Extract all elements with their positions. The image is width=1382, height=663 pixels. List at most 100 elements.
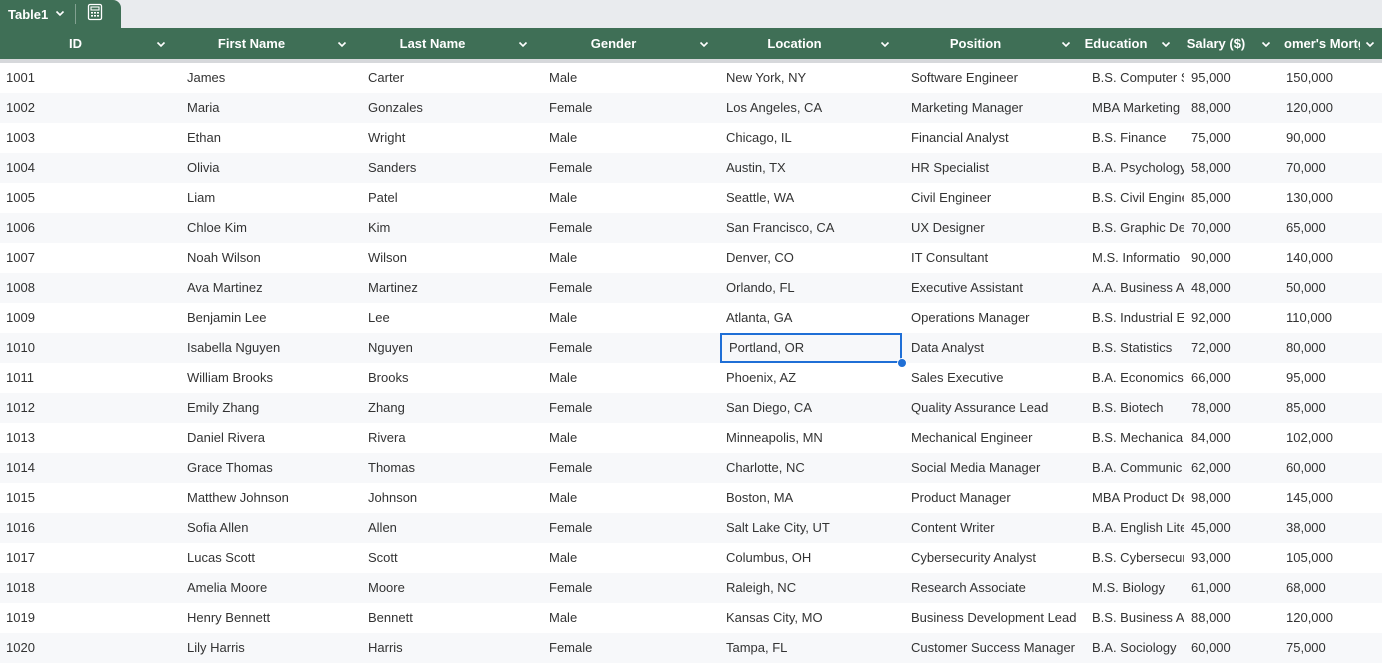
table-cell-first_name[interactable]: Daniel Rivera: [181, 423, 356, 453]
table-cell-first_name[interactable]: Lily Harris: [181, 633, 356, 663]
table-cell-salary[interactable]: 45,000: [1185, 513, 1279, 543]
table-cell-education[interactable]: B.S. Graphic De: [1086, 213, 1184, 243]
table-cell-salary[interactable]: 88,000: [1185, 93, 1279, 123]
chevron-down-icon[interactable]: [694, 38, 714, 50]
table-cell-salary[interactable]: 93,000: [1185, 543, 1279, 573]
table-cell-last_name[interactable]: Martinez: [362, 273, 537, 303]
table-cell-mortgage[interactable]: 85,000: [1280, 393, 1382, 423]
table-cell-mortgage[interactable]: 145,000: [1280, 483, 1382, 513]
table-cell-location[interactable]: Salt Lake City, UT: [720, 513, 902, 543]
table-cell-salary[interactable]: 66,000: [1185, 363, 1279, 393]
table-cell-salary[interactable]: 88,000: [1185, 603, 1279, 633]
table-cell-salary[interactable]: 78,000: [1185, 393, 1279, 423]
table-cell-id[interactable]: 1020: [0, 633, 175, 663]
table-cell-last_name[interactable]: Zhang: [362, 393, 537, 423]
table-cell-mortgage[interactable]: 95,000: [1280, 363, 1382, 393]
table-cell-location[interactable]: New York, NY: [720, 63, 902, 93]
table-cell-last_name[interactable]: Patel: [362, 183, 537, 213]
table-cell-mortgage[interactable]: 90,000: [1280, 123, 1382, 153]
table-cell-id[interactable]: 1006: [0, 213, 175, 243]
table-cell-salary[interactable]: 62,000: [1185, 453, 1279, 483]
table-cell-salary[interactable]: 90,000: [1185, 243, 1279, 273]
table-cell-location[interactable]: Boston, MA: [720, 483, 902, 513]
table-cell-location[interactable]: Minneapolis, MN: [720, 423, 902, 453]
table-cell-mortgage[interactable]: 105,000: [1280, 543, 1382, 573]
table-cell-position[interactable]: Social Media Manager: [905, 453, 1085, 483]
table-cell-education[interactable]: B.A. Sociology: [1086, 633, 1184, 663]
table-cell-first_name[interactable]: Ethan: [181, 123, 356, 153]
table-cell-gender[interactable]: Female: [543, 393, 718, 423]
table-cell-location[interactable]: Charlotte, NC: [720, 453, 902, 483]
chevron-down-icon[interactable]: [513, 38, 533, 50]
table-cell-gender[interactable]: Female: [543, 213, 718, 243]
table-cell-gender[interactable]: Male: [543, 543, 718, 573]
table-cell-last_name[interactable]: Sanders: [362, 153, 537, 183]
table-cell-education[interactable]: B.A. Psychology: [1086, 153, 1184, 183]
table-cell-position[interactable]: Civil Engineer: [905, 183, 1085, 213]
table-cell-mortgage[interactable]: 102,000: [1280, 423, 1382, 453]
table-cell-education[interactable]: B.S. Biotech: [1086, 393, 1184, 423]
table-cell-education[interactable]: B.S. Mechanica: [1086, 423, 1184, 453]
table-cell-last_name[interactable]: Nguyen: [362, 333, 537, 363]
table-cell-first_name[interactable]: Amelia Moore: [181, 573, 356, 603]
table-tab[interactable]: Table1: [0, 0, 121, 28]
table-cell-salary[interactable]: 92,000: [1185, 303, 1279, 333]
table-cell-education[interactable]: B.A. Communic: [1086, 453, 1184, 483]
table-cell-id[interactable]: 1004: [0, 153, 175, 183]
selected-cell[interactable]: Portland, OR: [720, 333, 902, 363]
table-cell-first_name[interactable]: Chloe Kim: [181, 213, 356, 243]
table-cell-mortgage[interactable]: 50,000: [1280, 273, 1382, 303]
table-cell-first_name[interactable]: Matthew Johnson: [181, 483, 356, 513]
table-cell-salary[interactable]: 58,000: [1185, 153, 1279, 183]
table-cell-mortgage[interactable]: 130,000: [1280, 183, 1382, 213]
column-header-salary[interactable]: Salary ($): [1176, 28, 1276, 59]
table-cell-last_name[interactable]: Wright: [362, 123, 537, 153]
table-cell-salary[interactable]: 48,000: [1185, 273, 1279, 303]
table-cell-location[interactable]: San Diego, CA: [720, 393, 902, 423]
table-cell-gender[interactable]: Female: [543, 513, 718, 543]
table-cell-position[interactable]: Content Writer: [905, 513, 1085, 543]
table-cell-location[interactable]: Kansas City, MO: [720, 603, 902, 633]
table-cell-gender[interactable]: Male: [543, 363, 718, 393]
table-cell-education[interactable]: A.A. Business A: [1086, 273, 1184, 303]
table-cell-education[interactable]: B.A. Economics: [1086, 363, 1184, 393]
table-cell-gender[interactable]: Male: [543, 243, 718, 273]
table-cell-education[interactable]: M.S. Informatio: [1086, 243, 1184, 273]
chevron-down-icon[interactable]: [151, 38, 171, 50]
chevron-down-icon[interactable]: [332, 38, 352, 50]
table-cell-id[interactable]: 1014: [0, 453, 175, 483]
table-cell-education[interactable]: MBA Marketing: [1086, 93, 1184, 123]
table-cell-education[interactable]: B.A. English Lite: [1086, 513, 1184, 543]
table-cell-location[interactable]: Orlando, FL: [720, 273, 902, 303]
table-cell-education[interactable]: B.S. Industrial E: [1086, 303, 1184, 333]
table-cell-mortgage[interactable]: 120,000: [1280, 93, 1382, 123]
table-cell-position[interactable]: Business Development Lead: [905, 603, 1085, 633]
table-cell-last_name[interactable]: Rivera: [362, 423, 537, 453]
column-header-id[interactable]: ID: [0, 28, 171, 59]
table-cell-position[interactable]: Data Analyst: [905, 333, 1085, 363]
column-header-first_name[interactable]: First Name: [171, 28, 352, 59]
table-cell-location[interactable]: Phoenix, AZ: [720, 363, 902, 393]
table-cell-mortgage[interactable]: 60,000: [1280, 453, 1382, 483]
table-cell-salary[interactable]: 61,000: [1185, 573, 1279, 603]
table-cell-first_name[interactable]: Noah Wilson: [181, 243, 356, 273]
table-cell-id[interactable]: 1013: [0, 423, 175, 453]
table-cell-first_name[interactable]: Olivia: [181, 153, 356, 183]
table-cell-salary[interactable]: 95,000: [1185, 63, 1279, 93]
table-cell-last_name[interactable]: Thomas: [362, 453, 537, 483]
table-cell-position[interactable]: HR Specialist: [905, 153, 1085, 183]
table-cell-gender[interactable]: Female: [543, 93, 718, 123]
table-cell-id[interactable]: 1010: [0, 333, 175, 363]
table-cell-last_name[interactable]: Harris: [362, 633, 537, 663]
table-cell-mortgage[interactable]: 120,000: [1280, 603, 1382, 633]
table-cell-gender[interactable]: Female: [543, 273, 718, 303]
table-cell-location[interactable]: Los Angeles, CA: [720, 93, 902, 123]
table-cell-position[interactable]: UX Designer: [905, 213, 1085, 243]
table-cell-position[interactable]: Product Manager: [905, 483, 1085, 513]
table-cell-last_name[interactable]: Lee: [362, 303, 537, 333]
table-cell-last_name[interactable]: Carter: [362, 63, 537, 93]
table-cell-first_name[interactable]: Isabella Nguyen: [181, 333, 356, 363]
table-cell-first_name[interactable]: Lucas Scott: [181, 543, 356, 573]
table-cell-position[interactable]: Customer Success Manager: [905, 633, 1085, 663]
table-cell-gender[interactable]: Female: [543, 633, 718, 663]
